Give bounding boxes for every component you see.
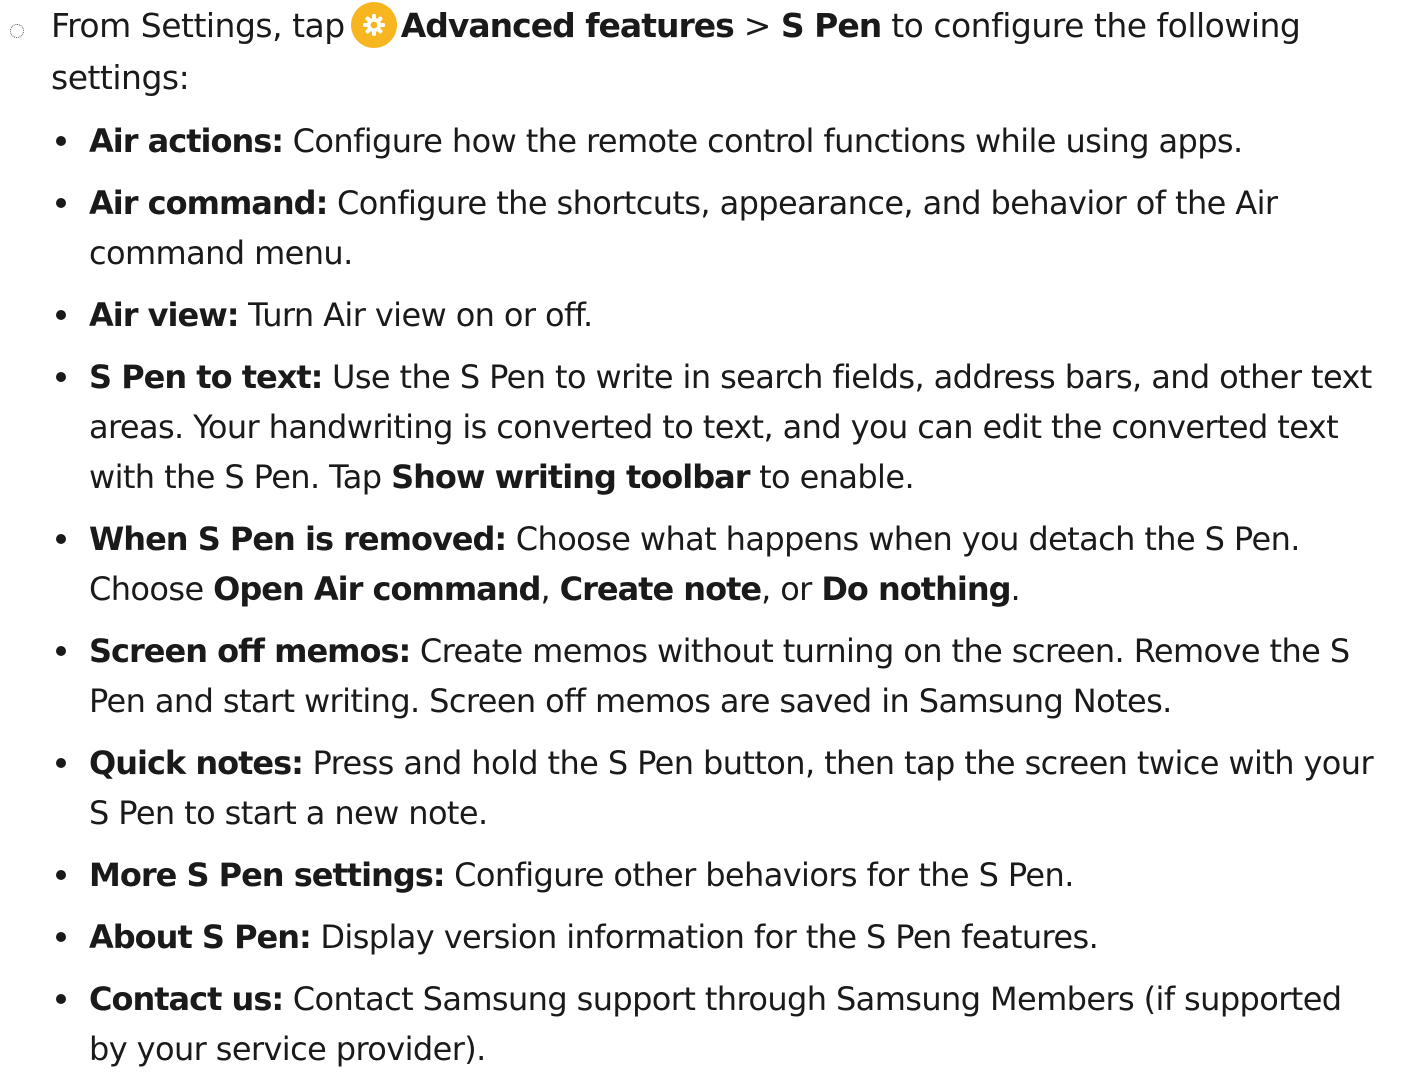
show-writing-toolbar-label: Show writing toolbar [391, 458, 750, 496]
item-text: , [540, 570, 560, 608]
item-title: Air actions: [89, 122, 284, 160]
item-title: S Pen to text: [89, 358, 323, 396]
s-pen-label: S Pen [780, 6, 882, 45]
do-nothing-label: Do nothing [821, 570, 1011, 608]
bullet-icon [56, 534, 66, 544]
bullet-icon [56, 994, 66, 1004]
bullet-icon [56, 198, 66, 208]
list-item: Screen off memos: Create memos without t… [0, 626, 1405, 726]
list-item: More S Pen settings: Configure other beh… [0, 850, 1405, 900]
list-item: About S Pen: Display version information… [0, 912, 1405, 962]
gear-icon [350, 1, 397, 48]
intro-paragraph: From Settings, tap Advanced features > S … [51, 0, 1381, 104]
list-item: Air command: Configure the shortcuts, ap… [0, 178, 1405, 278]
bullet-icon [56, 932, 66, 942]
list-item: Quick notes: Press and hold the S Pen bu… [0, 738, 1405, 838]
step-marker-icon [10, 24, 24, 38]
item-text: Turn Air view on or off. [238, 296, 593, 334]
item-title: More S Pen settings: [89, 856, 446, 894]
intro-prefix: From Settings, tap [51, 6, 345, 45]
list-item: S Pen to text: Use the S Pen to write in… [0, 352, 1405, 502]
bullet-icon [56, 372, 66, 382]
bullet-icon [56, 758, 66, 768]
item-text: . [1010, 570, 1021, 608]
settings-list: Air actions: Configure how the remote co… [0, 116, 1405, 1086]
item-title: Air view: [89, 296, 240, 334]
bullet-icon [56, 310, 66, 320]
bullet-icon [56, 870, 66, 880]
item-text: Configure other behaviors for the S Pen. [444, 856, 1074, 894]
item-title: Air command: [89, 184, 328, 222]
create-note-label: Create note [559, 570, 762, 608]
item-text: Configure how the remote control functio… [283, 122, 1244, 160]
list-item: Air actions: Configure how the remote co… [0, 116, 1405, 166]
list-item: Contact us: Contact Samsung support thro… [0, 974, 1405, 1074]
bullet-icon [56, 136, 66, 146]
item-text: , or [761, 570, 822, 608]
item-title: Contact us: [89, 980, 284, 1018]
path-separator: > [733, 6, 781, 45]
list-item: Air view: Turn Air view on or off. [0, 290, 1405, 340]
bullet-icon [56, 646, 66, 656]
item-title: Screen off memos: [89, 632, 411, 670]
open-air-command-label: Open Air command [213, 570, 541, 608]
list-item: When S Pen is removed: Choose what happe… [0, 514, 1405, 614]
item-title: Quick notes: [89, 744, 304, 782]
item-text: to enable. [749, 458, 915, 496]
item-title: When S Pen is removed: [89, 520, 507, 558]
advanced-features-label: Advanced features [400, 6, 735, 45]
item-title: About S Pen: [89, 918, 312, 956]
item-text: Display version information for the S Pe… [310, 918, 1099, 956]
